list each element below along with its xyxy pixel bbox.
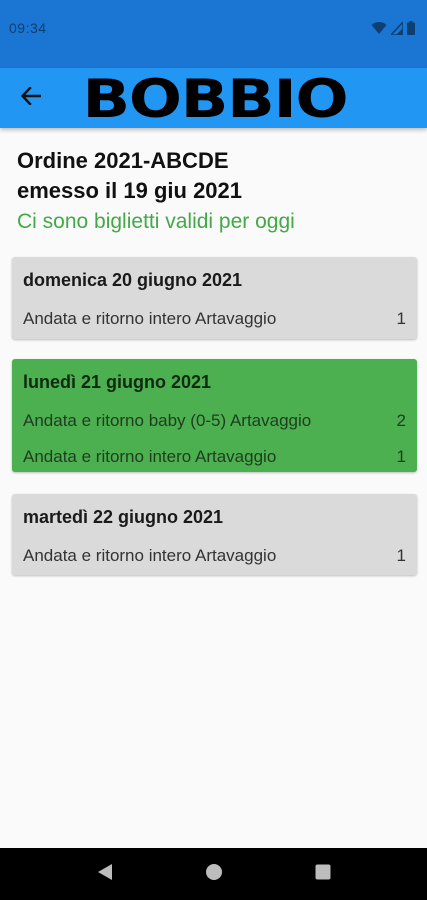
arrow-left-icon [20, 85, 42, 110]
battery-icon [407, 21, 415, 35]
ticket-quantity: 1 [396, 546, 406, 565]
ticket-name: Andata e ritorno intero Artavaggio [23, 546, 277, 565]
app-bar: BOBBIO [0, 68, 427, 128]
ticket-row: Andata e ritorno intero Artavaggio 1 [23, 538, 406, 574]
nav-home-button[interactable] [194, 854, 234, 894]
day-date: lunedì 21 giugno 2021 [23, 372, 212, 392]
status-icons [371, 21, 415, 35]
ticket-quantity: 1 [396, 447, 406, 466]
ticket-row: Andata e ritorno intero Artavaggio 1 [23, 439, 406, 475]
home-circle-icon [205, 863, 223, 886]
status-time: 09:34 [9, 20, 47, 36]
day-card-21-june[interactable]: lunedì 21 giugno 2021 Andata e ritorno b… [12, 359, 417, 472]
valid-tickets-message: Ci sono biglietti validi per oggi [17, 210, 295, 233]
day-date: domenica 20 giugno 2021 [23, 270, 243, 290]
system-nav-bar [0, 848, 427, 900]
ticket-name: Andata e ritorno baby (0-5) Artavaggio [23, 411, 312, 430]
ticket-name: Andata e ritorno intero Artavaggio [23, 447, 277, 466]
signal-icon [391, 21, 403, 35]
order-header: Ordine 2021-ABCDE emesso il 19 giu 2021 … [17, 146, 417, 237]
day-card-20-june[interactable]: domenica 20 giugno 2021 Andata e ritorno… [12, 257, 417, 339]
logo-text: BOBBIO [82, 68, 349, 130]
ticket-row: Andata e ritorno baby (0-5) Artavaggio 2 [23, 403, 406, 439]
wifi-icon [371, 21, 387, 35]
back-triangle-icon [97, 863, 113, 886]
status-bar: 09:34 [0, 0, 427, 68]
recents-square-icon [315, 864, 331, 885]
order-title: Ordine 2021-ABCDE [17, 148, 229, 173]
nav-recents-button[interactable] [303, 854, 343, 894]
ticket-quantity: 2 [396, 411, 406, 430]
day-card-22-june[interactable]: martedì 22 giugno 2021 Andata e ritorno … [12, 494, 417, 575]
app-logo: BOBBIO [83, 71, 349, 127]
nav-back-button[interactable] [85, 854, 125, 894]
ticket-name: Andata e ritorno intero Artavaggio [23, 309, 277, 328]
ticket-row: Andata e ritorno intero Artavaggio 1 [23, 301, 406, 337]
ticket-quantity: 1 [396, 309, 406, 328]
back-button[interactable] [14, 82, 48, 114]
order-issued-date: emesso il 19 giu 2021 [17, 178, 243, 203]
day-date: martedì 22 giugno 2021 [23, 507, 224, 527]
